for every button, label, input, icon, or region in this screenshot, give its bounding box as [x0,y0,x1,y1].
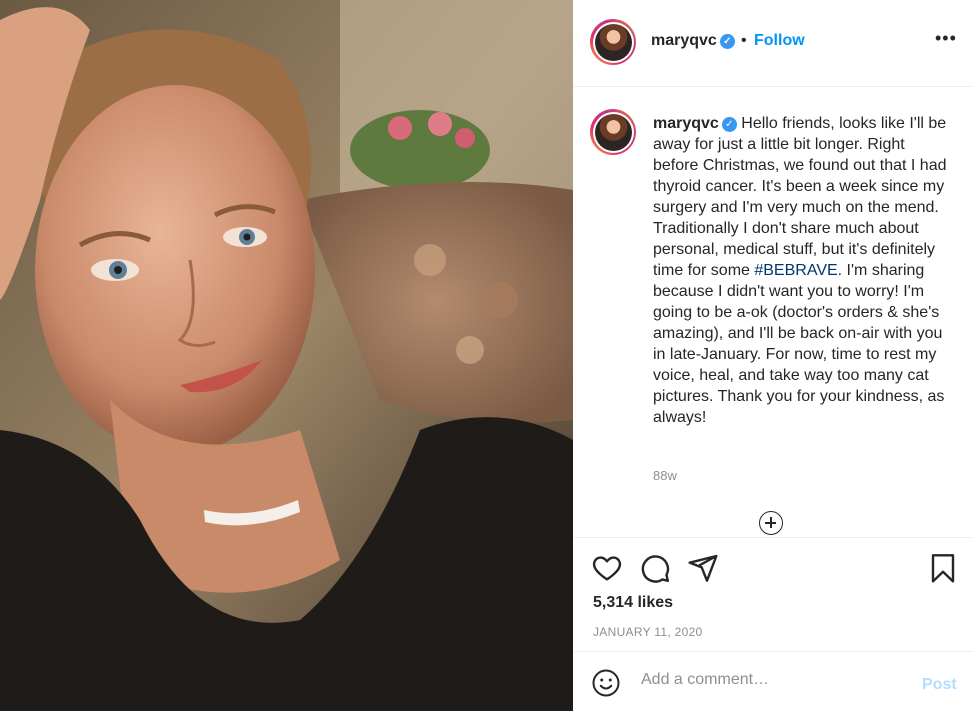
caption-avatar-ring [592,111,634,153]
header-username-text[interactable]: maryqvc [651,32,717,49]
post-date[interactable]: JANUARY 11, 2020 [593,625,703,639]
comment-input[interactable] [641,668,911,692]
comment-bubble-icon[interactable] [639,552,671,589]
caption-body-end: . I'm sharing because I didn't want you … [653,262,945,426]
post-actions: 5,314 likes JANUARY 11, 2020 [573,537,973,652]
add-comment-bar: Post [573,651,973,712]
verified-badge-icon: ✓ [719,34,735,49]
post-photo[interactable] [0,0,573,711]
avatar-ring [592,21,634,63]
avatar-image [594,23,632,61]
caption-body-start: Hello friends, looks like I'll be away f… [653,115,947,279]
comment-icon-svg [641,555,670,583]
selfie-image [0,0,573,711]
header-username[interactable]: maryqvc ✓ [651,32,735,50]
caption-section: maryqvc ✓ Hello friends, looks like I'll … [573,86,973,537]
load-more-comments-icon[interactable] [759,511,783,535]
post-comment-button[interactable]: Post [922,676,957,694]
emoji-icon-svg [592,669,620,697]
caption-avatar[interactable] [590,109,636,155]
caption-username[interactable]: maryqvc [653,115,719,132]
follow-button[interactable]: Follow [754,32,805,50]
like-heart-icon[interactable] [591,552,623,589]
header-separator: • [741,32,747,49]
likes-count[interactable]: 5,314 likes [593,594,673,612]
more-options-icon[interactable]: ••• [935,28,957,49]
caption-verified-badge-icon: ✓ [721,117,737,132]
caption-timestamp[interactable]: 88w [653,468,677,483]
save-bookmark-icon[interactable] [927,552,959,589]
post-header: maryqvc ✓ • Follow ••• [573,0,973,87]
hashtag-link[interactable]: #BEBRAVE [754,262,837,279]
bookmark-icon-svg [931,554,955,583]
post-details-panel: maryqvc ✓ • Follow ••• maryqvc ✓ Hello fri… [573,0,973,711]
share-paper-plane-icon[interactable] [687,552,719,589]
share-icon-svg [688,554,718,582]
caption-avatar-image [594,113,632,151]
profile-avatar[interactable] [590,19,636,65]
heart-icon-svg [592,556,622,581]
caption-text: maryqvc ✓ Hello friends, looks like I'll … [653,113,953,428]
emoji-smiley-icon[interactable] [591,668,621,703]
